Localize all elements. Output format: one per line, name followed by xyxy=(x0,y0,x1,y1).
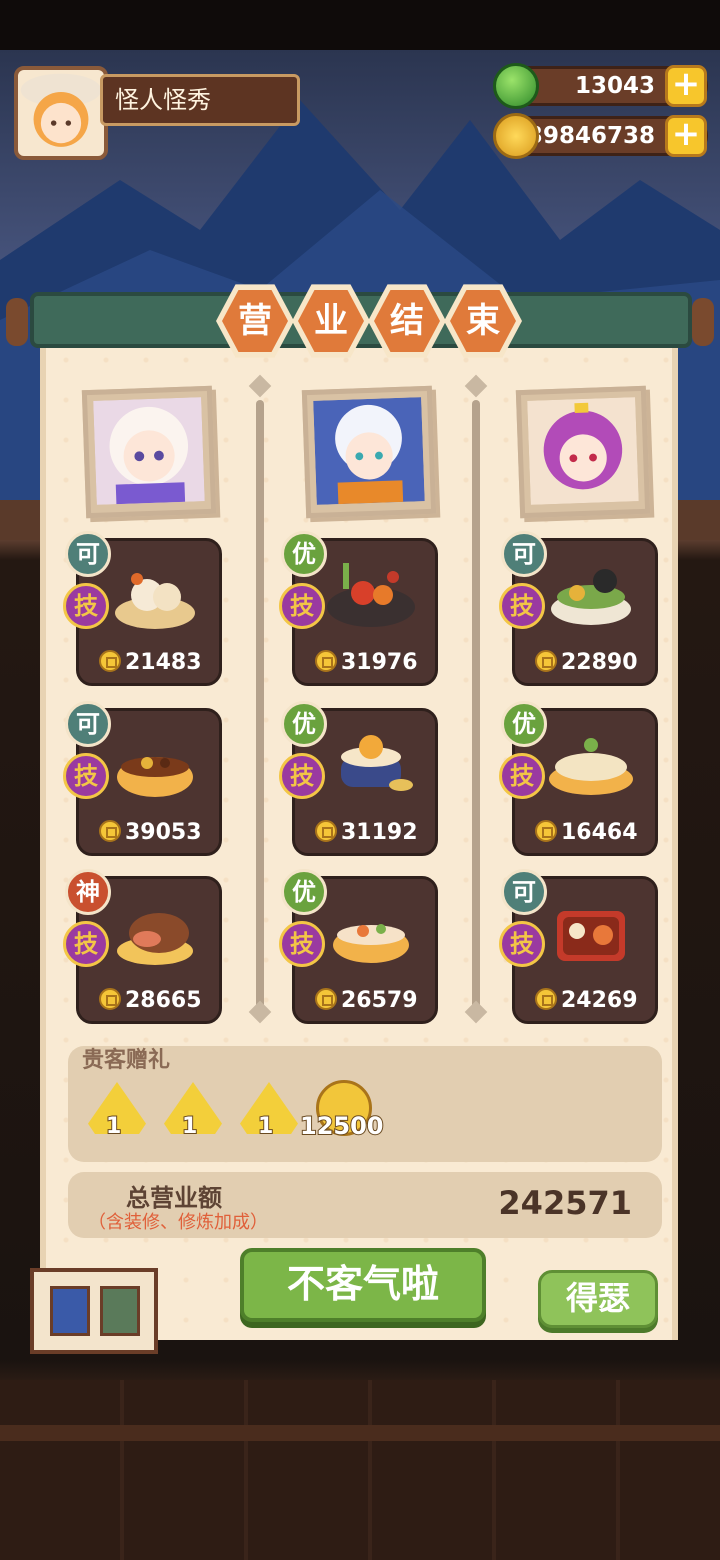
dish-card[interactable]: 优 技 26579 xyxy=(279,869,438,1024)
dish-price: 16464 xyxy=(535,820,638,845)
guest-portrait-2[interactable] xyxy=(301,385,437,519)
grade-badge: 可 xyxy=(501,869,547,915)
player-name: 怪人怪秀 xyxy=(100,74,300,126)
salad-bowl-icon xyxy=(551,569,631,625)
coin-icon xyxy=(535,820,557,842)
skill-badge: 技 xyxy=(279,921,325,967)
dish-price: 24269 xyxy=(535,988,638,1013)
grade-badge: 可 xyxy=(65,701,111,747)
coin-icon xyxy=(493,113,539,159)
coin-icon xyxy=(315,988,337,1010)
gift-title: 贵客赠礼 xyxy=(82,1048,171,1073)
player-avatar[interactable] xyxy=(14,66,108,160)
dish-price: 26579 xyxy=(315,988,418,1013)
dumpling-plate-icon xyxy=(549,738,633,795)
bento-box-icon xyxy=(557,911,625,961)
jade-value: 13043 xyxy=(574,73,655,99)
grade-badge: 优 xyxy=(281,531,327,577)
purple-hair-girl-icon xyxy=(527,397,639,505)
dish-card[interactable]: 优 技 16464 xyxy=(499,701,658,856)
skill-badge: 技 xyxy=(63,583,109,629)
coin-icon xyxy=(315,650,337,672)
coin-icon xyxy=(535,988,557,1010)
blue-tile-icon[interactable] xyxy=(50,1286,90,1336)
add-coins-button[interactable]: + xyxy=(665,115,707,157)
coin-icon xyxy=(535,650,557,672)
dumpling-basket-icon xyxy=(115,573,195,629)
scroll-end-left xyxy=(6,298,28,346)
total-revenue-section: 总营业额 （含装修、修炼加成） 242571 xyxy=(68,1172,662,1238)
total-value: 242571 xyxy=(498,1184,632,1222)
skill-badge: 技 xyxy=(499,583,545,629)
grade-badge: 优 xyxy=(501,701,547,747)
gift-count: 1 xyxy=(105,1113,122,1140)
dish-price: 22890 xyxy=(535,650,638,675)
coin-icon xyxy=(99,988,121,1010)
jade-counter: 13043 + xyxy=(493,63,708,109)
gift-item[interactable]: 1 xyxy=(240,1082,300,1142)
gift-item[interactable]: 1 xyxy=(164,1082,224,1142)
green-tile-icon[interactable] xyxy=(100,1286,140,1336)
grade-badge: 可 xyxy=(501,531,547,577)
jade-icon xyxy=(493,63,539,109)
gift-item[interactable]: 1 xyxy=(88,1082,148,1142)
gift-count: 1 xyxy=(257,1113,274,1140)
sheep-girl-icon xyxy=(93,397,205,505)
skill-badge: 技 xyxy=(499,753,545,799)
floor xyxy=(0,1380,720,1560)
skill-badge: 技 xyxy=(499,921,545,967)
skill-badge: 技 xyxy=(279,753,325,799)
total-note: （含装修、修炼加成） xyxy=(88,1212,268,1233)
dish-card[interactable]: 可 技 21483 xyxy=(63,531,222,686)
flower-cake-icon xyxy=(341,735,413,791)
stew-pot-icon xyxy=(117,757,193,797)
dish-price: 28665 xyxy=(99,988,202,1013)
dish-card[interactable]: 优 技 31976 xyxy=(279,531,438,686)
guest-portrait-3[interactable] xyxy=(515,385,651,519)
hotpot-feast-icon xyxy=(327,563,415,627)
show-off-button[interactable]: 得瑟 xyxy=(538,1270,658,1328)
grade-badge: 神 xyxy=(65,869,111,915)
guest-portrait-1[interactable] xyxy=(81,385,217,519)
corner-panel xyxy=(30,1268,158,1354)
gift-count: 1 xyxy=(181,1113,198,1140)
grade-badge: 优 xyxy=(281,869,327,915)
dish-card[interactable]: 可 技 22890 xyxy=(499,531,658,686)
scroll-end-right xyxy=(692,298,714,346)
coin-icon xyxy=(99,650,121,672)
column-divider xyxy=(472,400,480,1010)
seafood-soup-icon xyxy=(333,924,409,963)
white-hair-boy-icon xyxy=(313,397,425,505)
gift-coin-count: 12500 xyxy=(299,1111,384,1141)
skill-badge: 技 xyxy=(279,583,325,629)
dish-price: 39053 xyxy=(99,820,202,845)
grade-badge: 可 xyxy=(65,531,111,577)
coin-icon xyxy=(99,820,121,842)
coin-counter: 39846738 + xyxy=(493,113,708,159)
coin-icon xyxy=(315,820,337,842)
column-divider xyxy=(256,400,264,1010)
dish-card[interactable]: 可 技 39053 xyxy=(63,701,222,856)
game-screen: 怪人怪秀 13043 + 39846738 + 营 业 结 束 可 技 2148… xyxy=(0,0,720,1560)
skill-badge: 技 xyxy=(63,921,109,967)
girl-avatar-icon xyxy=(20,73,102,147)
dish-price: 31976 xyxy=(315,650,418,675)
coin-value: 39846738 xyxy=(526,123,655,149)
skill-badge: 技 xyxy=(63,753,109,799)
dish-card[interactable]: 神 技 28665 xyxy=(63,869,222,1024)
dish-card[interactable]: 优 技 31192 xyxy=(279,701,438,856)
floor-rail xyxy=(0,1425,720,1441)
dish-price: 21483 xyxy=(99,650,202,675)
dish-price: 31192 xyxy=(315,820,418,845)
grade-badge: 优 xyxy=(281,701,327,747)
dish-card[interactable]: 可 技 24269 xyxy=(499,869,658,1024)
add-jade-button[interactable]: + xyxy=(665,65,707,107)
confirm-button[interactable]: 不客气啦 xyxy=(240,1248,486,1322)
roast-duck-icon xyxy=(117,913,193,965)
guest-gift-section: 贵客赠礼 1 1 1 12500 xyxy=(68,1046,662,1162)
